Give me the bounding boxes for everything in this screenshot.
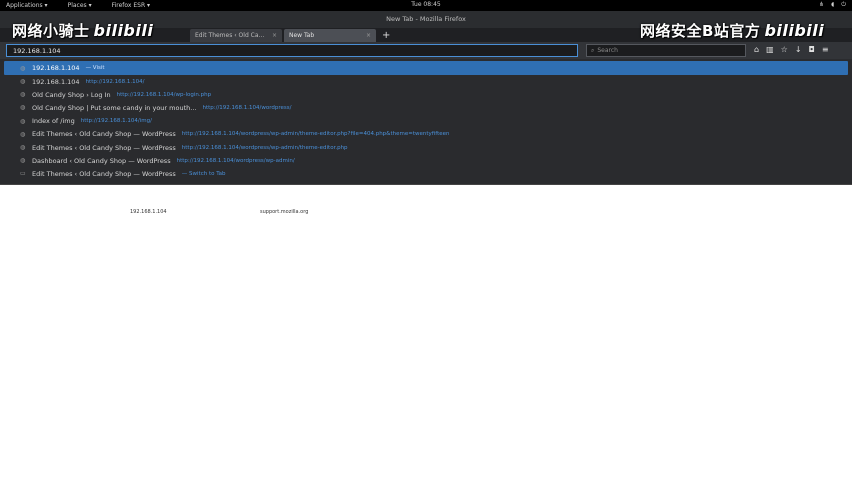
globe-icon: ◍ — [20, 117, 26, 125]
list-item[interactable]: ◍ 192.168.1.104 http://192.168.1.104/ — [0, 75, 852, 88]
system-tray[interactable]: ⋔ ◖ ⏻ — [819, 1, 846, 9]
watermark-left: 网络小骑士 bilibili — [12, 21, 154, 40]
tab-label: Edit Themes ‹ Old Ca... — [195, 32, 265, 39]
globe-icon: ◍ — [20, 91, 26, 99]
page-content: 192.168.1.104 support.mozilla.org — [0, 185, 852, 480]
list-item[interactable]: ◍ Index of /img http://192.168.1.104/img… — [0, 115, 852, 128]
menu-icon[interactable]: ≡ — [822, 45, 829, 54]
download-icon[interactable]: ↓ — [795, 45, 802, 54]
bilibili-logo: bilibili — [764, 21, 825, 40]
globe-icon: ◍ — [20, 130, 26, 138]
url-input[interactable]: 192.168.1.104 — [13, 47, 61, 55]
globe-icon: ◍ — [20, 104, 26, 112]
top-panel: Applications ▾ Places ▾ Firefox ESR ▾ Tu… — [0, 0, 852, 11]
library-icon[interactable]: ▥ — [766, 45, 774, 54]
search-icon: ⌕ — [591, 46, 595, 54]
tab-label: New Tab — [289, 32, 315, 39]
navigation-toolbar: 192.168.1.104 ⌕ Search ⌂ ▥ ☆ ↓ ◘ ≡ — [0, 42, 852, 59]
search-bar[interactable]: ⌕ Search — [586, 44, 746, 57]
list-item[interactable]: ◍ 192.168.1.104 — Visit — [4, 61, 848, 75]
tab-new-tab[interactable]: New Tab × — [284, 29, 376, 42]
list-item[interactable]: ◍ Edit Themes ‹ Old Candy Shop — WordPre… — [0, 141, 852, 154]
list-item[interactable]: ◍ Dashboard ‹ Old Candy Shop — WordPress… — [0, 154, 852, 167]
bookmark-star-icon[interactable]: ☆ — [781, 45, 788, 54]
network-icon: ⋔ — [819, 1, 825, 8]
applications-menu[interactable]: Applications ▾ — [6, 2, 48, 9]
close-icon[interactable]: × — [366, 32, 371, 39]
bilibili-logo: bilibili — [93, 21, 154, 40]
url-autocomplete-popup: ◍ 192.168.1.104 — Visit ◍ 192.168.1.104 … — [0, 59, 852, 185]
top-site-label[interactable]: 192.168.1.104 — [130, 209, 167, 215]
list-item[interactable]: ◍ Old Candy Shop | Put some candy in you… — [0, 101, 852, 114]
toolbar-icons: ⌂ ▥ ☆ ↓ ◘ ≡ — [754, 45, 829, 54]
close-icon[interactable]: × — [272, 32, 277, 39]
top-site-label[interactable]: support.mozilla.org — [260, 209, 308, 215]
power-icon: ⏻ — [841, 1, 846, 8]
app-menu[interactable]: Firefox ESR ▾ — [112, 2, 150, 9]
globe-icon: ◍ — [20, 157, 26, 165]
url-bar[interactable]: 192.168.1.104 — [6, 44, 578, 57]
tab-icon: ▭ — [20, 170, 26, 178]
tab-edit-themes[interactable]: Edit Themes ‹ Old Ca... × — [190, 29, 282, 42]
new-tab-button[interactable]: + — [382, 30, 390, 42]
places-menu[interactable]: Places ▾ — [68, 2, 92, 9]
home-icon[interactable]: ⌂ — [754, 45, 759, 54]
globe-icon: ◍ — [20, 144, 26, 152]
volume-icon: ◖ — [831, 1, 835, 8]
list-item[interactable]: ▭ Edit Themes ‹ Old Candy Shop — WordPre… — [0, 167, 852, 180]
globe-icon: ◍ — [20, 64, 26, 72]
search-input[interactable]: Search — [597, 47, 618, 54]
list-item[interactable]: ◍ Old Candy Shop › Log In http://192.168… — [0, 88, 852, 101]
pocket-icon[interactable]: ◘ — [809, 45, 815, 54]
list-item[interactable]: ◍ Edit Themes ‹ Old Candy Shop — WordPre… — [0, 128, 852, 141]
watermark-right: 网络安全B站官方 bilibili — [640, 21, 825, 40]
globe-icon: ◍ — [20, 78, 26, 86]
